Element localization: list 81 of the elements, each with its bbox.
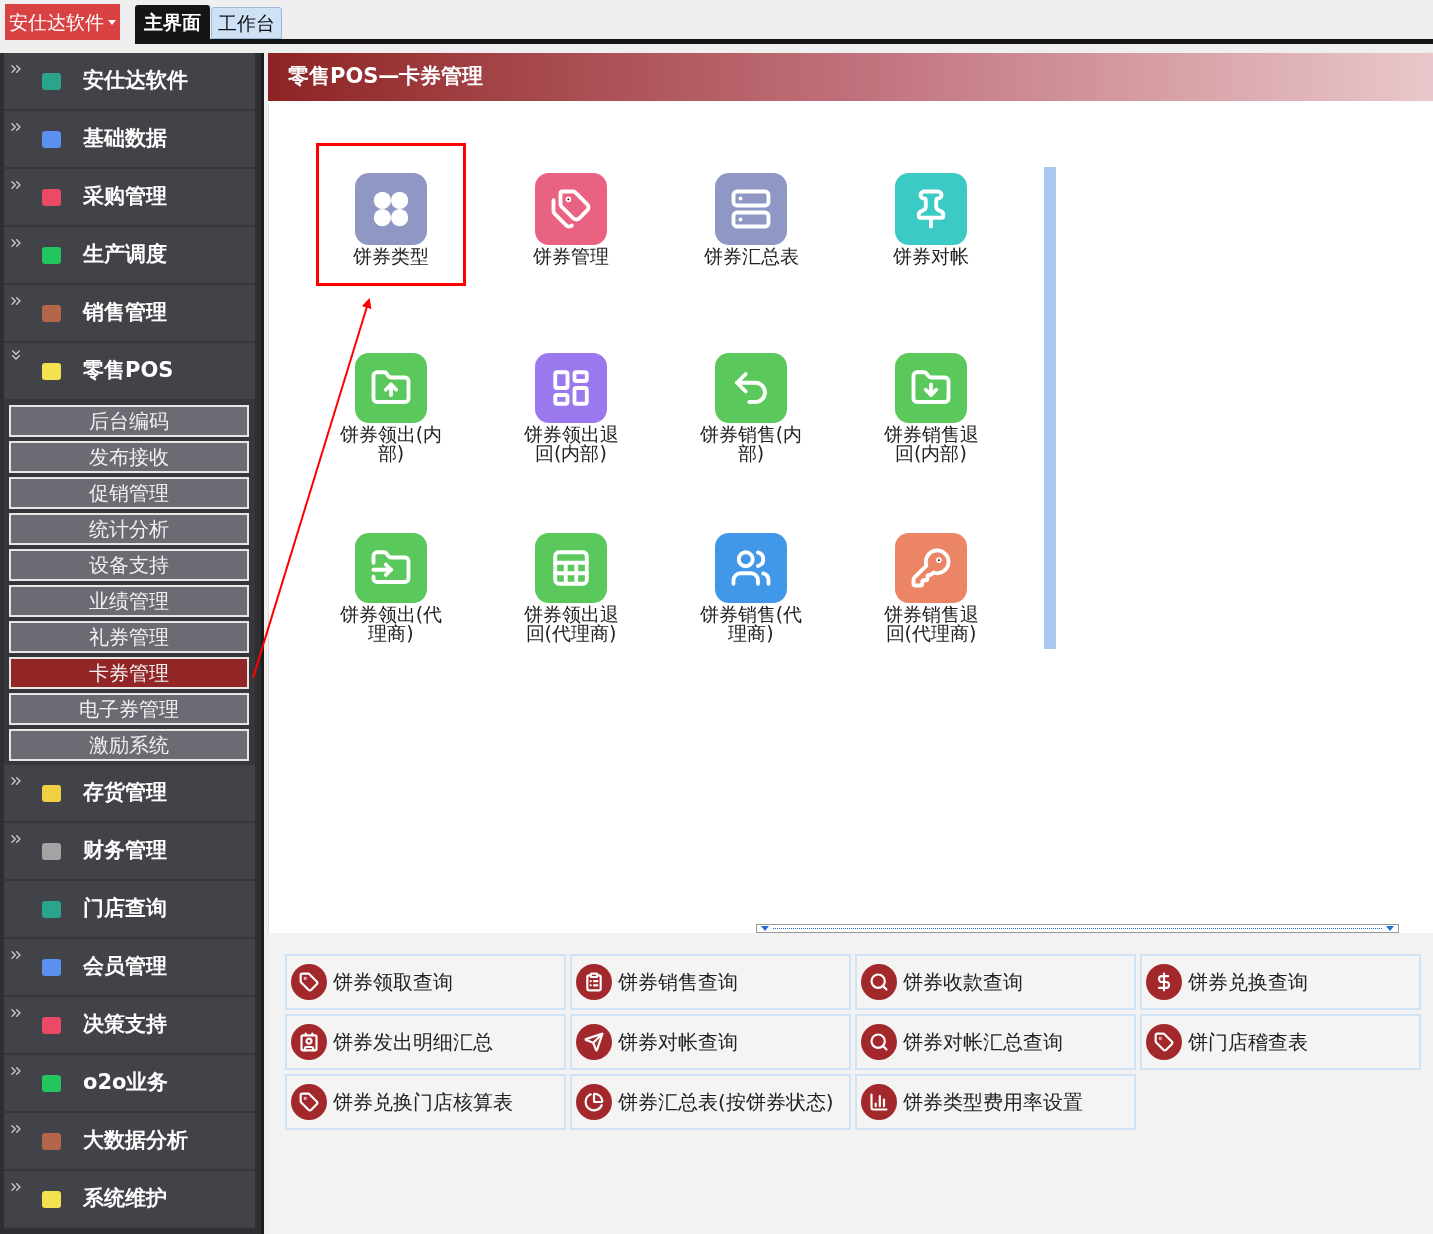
- report-link[interactable]: 饼券对帐汇总查询: [855, 1014, 1136, 1070]
- vertical-scrollbar[interactable]: [1044, 167, 1056, 649]
- clipboard-icon: [576, 964, 612, 1000]
- sidebar-group[interactable]: 销售管理: [4, 285, 255, 343]
- group-label: 采购管理: [83, 183, 167, 211]
- group-label: 零售POS: [83, 357, 174, 385]
- horizontal-scrollbar[interactable]: [756, 924, 1399, 933]
- group-label: 基础数据: [83, 125, 167, 153]
- sidebar-group[interactable]: 生产调度: [4, 227, 255, 285]
- panel-title: 零售POS—卡券管理: [288, 63, 484, 91]
- paper-plane-icon: [576, 1024, 612, 1060]
- report-link[interactable]: 饼券领取查询: [285, 954, 566, 1010]
- sidebar-group[interactable]: 采购管理: [4, 169, 255, 227]
- group-label: 财务管理: [83, 837, 167, 865]
- sidebar-group[interactable]: 门店查询: [4, 881, 255, 939]
- sidebar-subitem[interactable]: 激励系统: [9, 729, 249, 761]
- app-menu-button[interactable]: 安仕达软件: [5, 4, 120, 40]
- report-link[interactable]: 饼券汇总表(按饼券状态): [570, 1074, 851, 1130]
- feature-tile[interactable]: 饼券汇总表: [676, 143, 826, 286]
- pie-chart-icon: [576, 1084, 612, 1120]
- sidebar-subitem[interactable]: 后台编码: [9, 405, 249, 437]
- sidebar-group[interactable]: o2o业务: [4, 1055, 255, 1113]
- group-label: 门店查询: [83, 895, 167, 923]
- feature-tile[interactable]: 饼券领出(代理商): [316, 503, 466, 646]
- group-label: o2o业务: [83, 1069, 169, 1097]
- group-label: 会员管理: [83, 953, 167, 981]
- tab[interactable]: 主界面: [135, 5, 210, 39]
- feature-tile[interactable]: 饼券销售(内部): [676, 323, 826, 466]
- bar-chart-icon: [861, 1084, 897, 1120]
- report-link[interactable]: 饼门店稽查表: [1140, 1014, 1421, 1070]
- sidebar-group[interactable]: 零售POS: [4, 343, 255, 401]
- sidebar-subitem[interactable]: 业绩管理: [9, 585, 249, 617]
- group-label: 大数据分析: [83, 1127, 188, 1155]
- group-label: 决策支持: [83, 1011, 167, 1039]
- feature-tile[interactable]: 饼券管理: [496, 143, 646, 286]
- down-triangle-icon: [1386, 926, 1394, 931]
- sidebar-group[interactable]: 基础数据: [4, 111, 255, 169]
- report-link[interactable]: 饼券兑换门店核算表: [285, 1074, 566, 1130]
- down-triangle-icon: [761, 926, 769, 931]
- sidebar-group[interactable]: 大数据分析: [4, 1113, 255, 1171]
- sidebar-subitem[interactable]: 设备支持: [9, 549, 249, 581]
- group-label: 安仕达软件: [83, 67, 188, 95]
- feature-tile[interactable]: 饼券领出退回(内部): [496, 323, 646, 466]
- tag-icon: [1146, 1024, 1182, 1060]
- report-link[interactable]: 饼券发出明细汇总: [285, 1014, 566, 1070]
- feature-tile[interactable]: 饼券销售退回(代理商): [856, 503, 1006, 646]
- feature-tile[interactable]: 饼券类型: [316, 143, 466, 286]
- sidebar-subitem[interactable]: 礼券管理: [9, 621, 249, 653]
- contact-card-icon: [291, 1024, 327, 1060]
- report-link[interactable]: 饼券销售查询: [570, 954, 851, 1010]
- sidebar-subitem[interactable]: 电子券管理: [9, 693, 249, 725]
- report-link[interactable]: 饼券类型费用率设置: [855, 1074, 1136, 1130]
- sidebar-subitem[interactable]: 统计分析: [9, 513, 249, 545]
- sidebar-group[interactable]: 会员管理: [4, 939, 255, 997]
- feature-tile[interactable]: 饼券销售(代理商): [676, 503, 826, 646]
- sidebar-subitem[interactable]: 卡券管理: [9, 657, 249, 689]
- search-icon: [861, 964, 897, 1000]
- group-label: 生产调度: [83, 241, 167, 269]
- tag-icon: [291, 1084, 327, 1120]
- sidebar-group[interactable]: 存货管理: [4, 765, 255, 823]
- feature-tile[interactable]: 饼券对帐: [856, 143, 1006, 286]
- sidebar-group[interactable]: 决策支持: [4, 997, 255, 1055]
- group-label: 存货管理: [83, 779, 167, 807]
- sidebar-group[interactable]: 系统维护: [4, 1171, 255, 1229]
- report-link[interactable]: 饼券对帐查询: [570, 1014, 851, 1070]
- feature-tile[interactable]: 饼券领出退回(代理商): [496, 503, 646, 646]
- feature-tile[interactable]: 饼券销售退回(内部): [856, 323, 1006, 466]
- tag-icon: [291, 964, 327, 1000]
- search-icon: [861, 1024, 897, 1060]
- sidebar-subitem[interactable]: 发布接收: [9, 441, 249, 473]
- caret-icon: [108, 19, 116, 25]
- report-link[interactable]: 饼券收款查询: [855, 954, 1136, 1010]
- sidebar-group[interactable]: 财务管理: [4, 823, 255, 881]
- dollar-icon: [1146, 964, 1182, 1000]
- report-link[interactable]: 饼券兑换查询: [1140, 954, 1421, 1010]
- group-label: 销售管理: [83, 299, 167, 327]
- feature-tile[interactable]: 饼券领出(内部): [316, 323, 466, 466]
- sidebar-group[interactable]: 安仕达软件: [4, 53, 255, 111]
- sidebar-subitem[interactable]: 促销管理: [9, 477, 249, 509]
- group-label: 系统维护: [83, 1185, 167, 1213]
- tab[interactable]: 工作台: [211, 7, 282, 39]
